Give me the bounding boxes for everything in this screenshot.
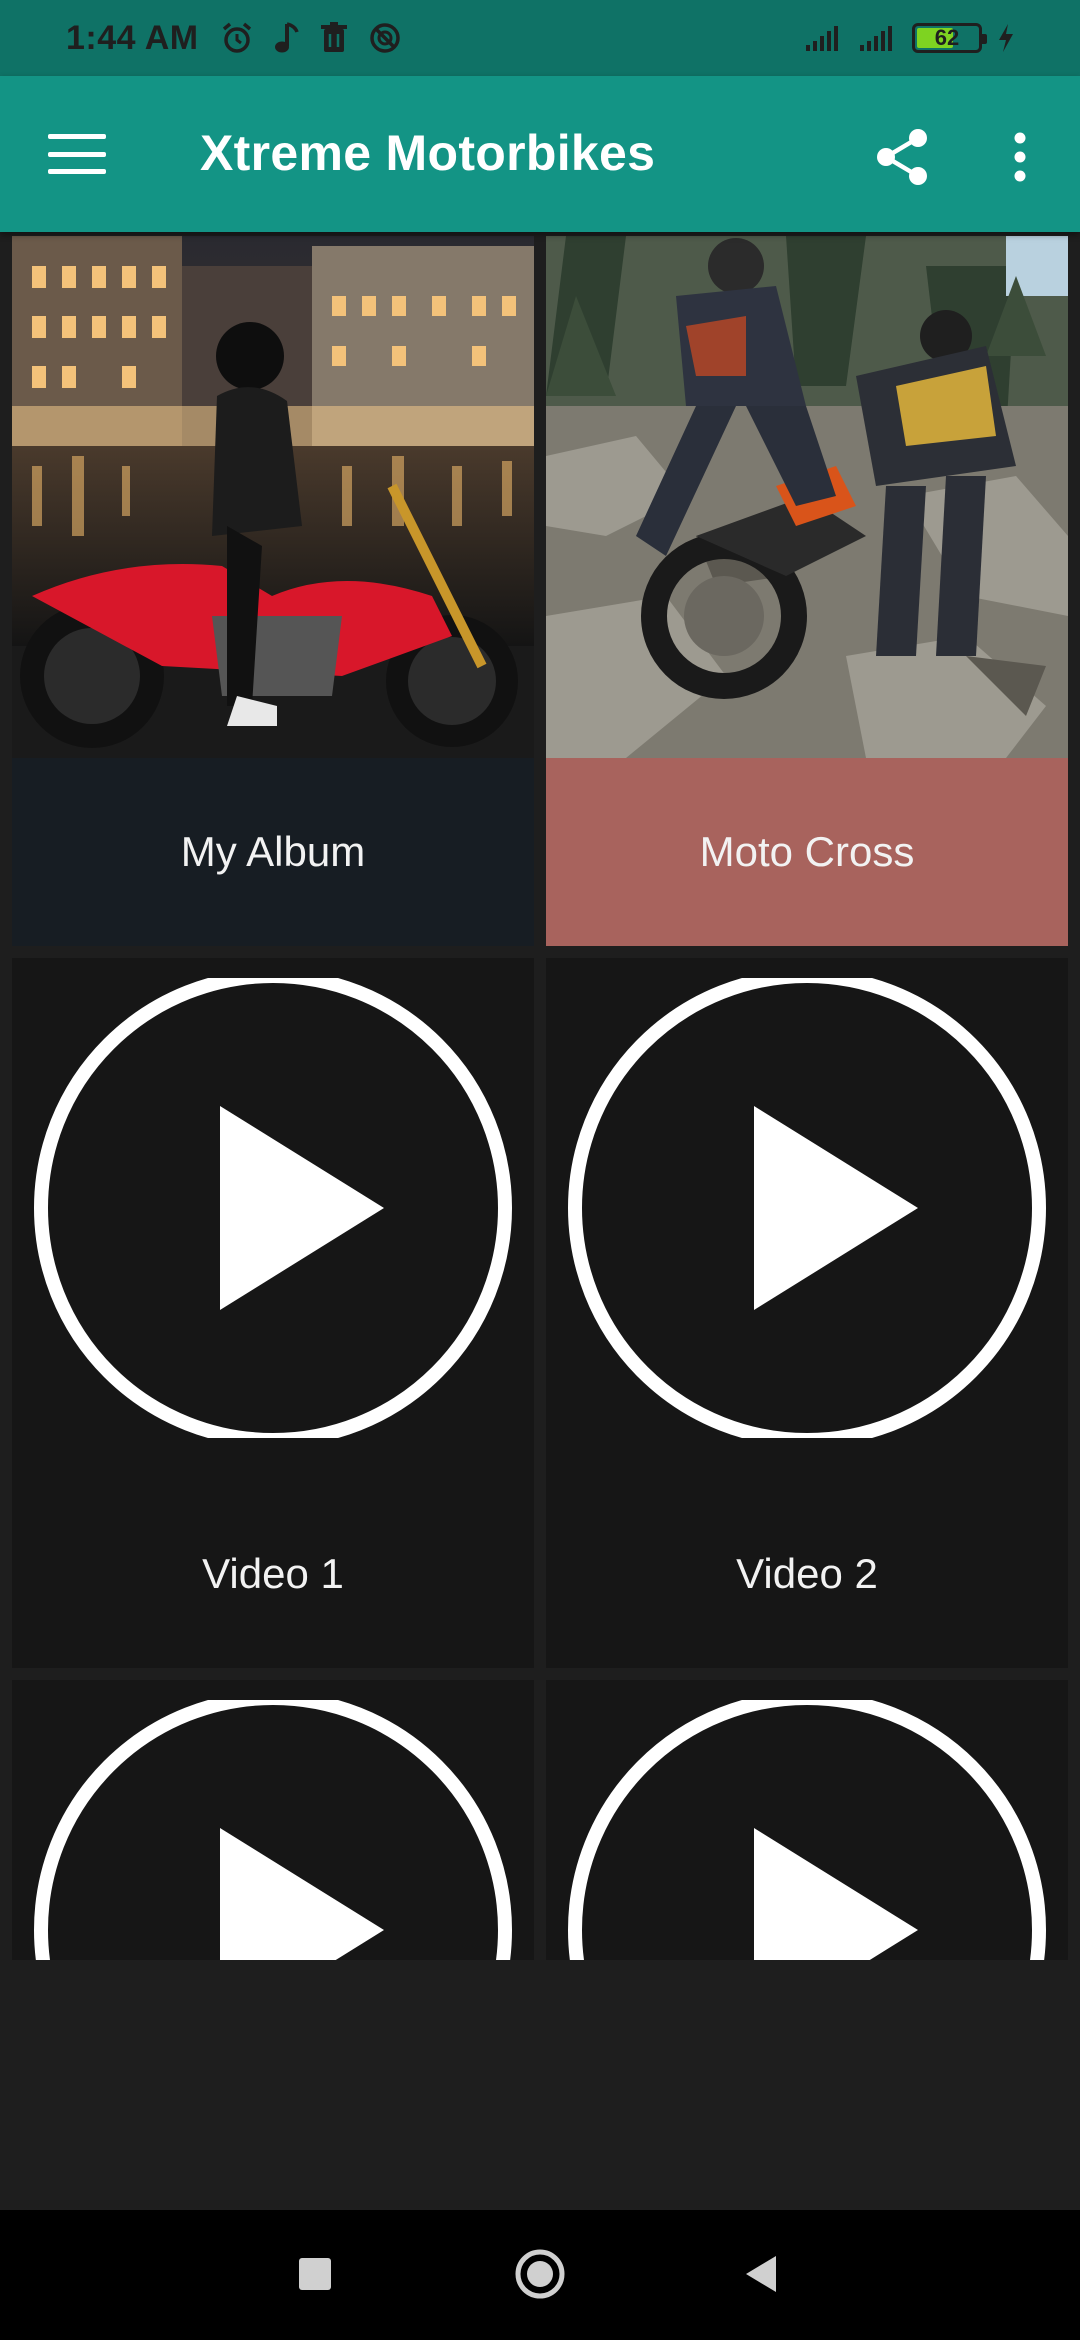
video-caption: Video 1: [202, 1550, 344, 1597]
bottom-empty-area: [0, 1960, 1080, 2210]
play-circle-icon: [568, 978, 1046, 1438]
video-card-partial[interactable]: [546, 1680, 1068, 1960]
home-circle-icon[interactable]: [514, 2248, 566, 2300]
play-circle-icon: [34, 1700, 512, 1960]
album-card-my-album[interactable]: My Album: [12, 236, 534, 946]
media-grid: My Album Moto Cross Video 1 Video 2: [0, 232, 1080, 1960]
block-icon: [369, 23, 400, 53]
album-caption: Moto Cross: [546, 758, 1068, 946]
alarm-icon: [222, 22, 251, 53]
trash-icon: [320, 22, 347, 52]
video-card-video-2[interactable]: Video 2: [546, 958, 1068, 1668]
signal-icon: [860, 26, 892, 51]
app-bar: Xtreme Motorbikes: [0, 76, 1080, 232]
status-system-icons: 62: [804, 22, 1016, 54]
share-icon[interactable]: [870, 124, 936, 190]
status-notification-icons: [219, 20, 403, 56]
back-triangle-icon[interactable]: [744, 2254, 778, 2294]
album-thumbnail-image: [546, 236, 1068, 758]
video-card-video-1[interactable]: Video 1: [12, 958, 534, 1668]
music-note-icon: [274, 22, 299, 53]
album-card-moto-cross[interactable]: Moto Cross: [546, 236, 1068, 946]
charging-icon: [999, 24, 1013, 52]
play-circle-icon: [568, 1700, 1046, 1960]
hamburger-menu-icon[interactable]: [42, 126, 112, 182]
video-card-partial[interactable]: [12, 1680, 534, 1960]
play-circle-icon: [34, 978, 512, 1438]
album-thumbnail-image: [12, 236, 534, 758]
status-bar: 1:44 AM 62: [0, 0, 1080, 76]
status-time: 1:44 AM: [66, 18, 199, 57]
screen: 1:44 AM 62 Xtreme Motorbikes My Album Mo…: [0, 0, 1080, 2340]
video-caption: Video 2: [736, 1550, 878, 1597]
battery-icon: 62: [912, 23, 987, 53]
recents-square-icon[interactable]: [299, 2258, 331, 2290]
app-title: Xtreme Motorbikes: [200, 125, 656, 181]
battery-level-text: 62: [934, 25, 960, 50]
album-caption: My Album: [12, 758, 534, 946]
signal-icon: [806, 26, 838, 51]
more-vert-icon[interactable]: [1000, 124, 1040, 190]
